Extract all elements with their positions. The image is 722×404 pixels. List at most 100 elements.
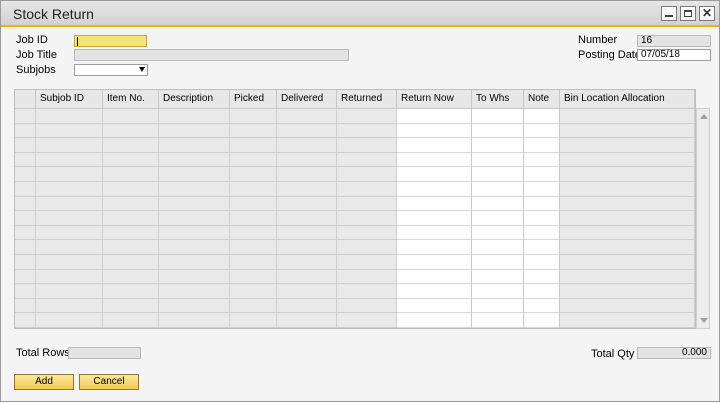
grid-cell[interactable] — [230, 152, 277, 168]
grid-cell[interactable] — [397, 313, 472, 328]
grid-cell[interactable] — [277, 284, 337, 299]
row-selector[interactable] — [15, 255, 36, 270]
grid-cell[interactable] — [103, 123, 159, 139]
grid-cell[interactable] — [159, 255, 230, 270]
grid-cell[interactable] — [524, 196, 560, 212]
row-selector[interactable] — [15, 138, 36, 153]
grid-cell[interactable] — [159, 225, 230, 241]
row-selector[interactable] — [15, 225, 36, 241]
row-selector[interactable] — [15, 152, 36, 168]
grid-cell[interactable] — [560, 298, 695, 314]
grid-cell[interactable] — [337, 109, 397, 124]
row-selector[interactable] — [15, 211, 36, 226]
grid-cell[interactable] — [159, 211, 230, 226]
grid-cell[interactable] — [397, 138, 472, 153]
grid-cell[interactable] — [36, 123, 103, 139]
grid-cell[interactable] — [159, 196, 230, 212]
grid-cell[interactable] — [277, 225, 337, 241]
grid-cell[interactable] — [397, 167, 472, 182]
grid-cell[interactable] — [103, 240, 159, 255]
grid-cell[interactable] — [472, 196, 524, 212]
grid-cell[interactable] — [103, 225, 159, 241]
scroll-up-icon[interactable] — [700, 114, 708, 119]
number-field[interactable]: 16 — [637, 35, 711, 47]
grid-cell[interactable] — [337, 196, 397, 212]
grid-cell[interactable] — [337, 255, 397, 270]
grid-cell[interactable] — [337, 284, 397, 299]
column-header[interactable]: Delivered — [277, 90, 337, 109]
grid-cell[interactable] — [230, 211, 277, 226]
grid-cell[interactable] — [472, 255, 524, 270]
grid-cell[interactable] — [397, 182, 472, 197]
grid-cell[interactable] — [472, 240, 524, 255]
grid-cell[interactable] — [560, 269, 695, 285]
grid-cell[interactable] — [524, 269, 560, 285]
grid-cell[interactable] — [36, 313, 103, 328]
grid-cell[interactable] — [472, 152, 524, 168]
grid-cell[interactable] — [230, 123, 277, 139]
grid-cell[interactable] — [277, 123, 337, 139]
grid-cell[interactable] — [230, 196, 277, 212]
items-matrix[interactable]: Subjob ID Item No. Description Picked Delive… — [14, 89, 696, 329]
grid-cell[interactable] — [103, 269, 159, 285]
total-rows-field[interactable] — [68, 347, 141, 359]
grid-cell[interactable] — [397, 152, 472, 168]
grid-cell[interactable] — [524, 225, 560, 241]
grid-cell[interactable] — [36, 225, 103, 241]
row-selector[interactable] — [15, 182, 36, 197]
grid-cell[interactable] — [103, 196, 159, 212]
grid-cell[interactable] — [397, 284, 472, 299]
grid-cell[interactable] — [397, 269, 472, 285]
grid-cell[interactable] — [159, 269, 230, 285]
grid-cell[interactable] — [159, 152, 230, 168]
grid-cell[interactable] — [524, 240, 560, 255]
grid-cell[interactable] — [397, 211, 472, 226]
vertical-scrollbar[interactable] — [696, 108, 710, 329]
grid-cell[interactable] — [337, 123, 397, 139]
title-bar[interactable]: Stock Return ✕ — [1, 1, 719, 27]
job-id-field[interactable] — [74, 35, 147, 47]
grid-cell[interactable] — [472, 284, 524, 299]
grid-cell[interactable] — [36, 138, 103, 153]
grid-cell[interactable] — [337, 167, 397, 182]
grid-cell[interactable] — [524, 152, 560, 168]
grid-cell[interactable] — [472, 298, 524, 314]
grid-cell[interactable] — [337, 240, 397, 255]
grid-cell[interactable] — [524, 138, 560, 153]
grid-cell[interactable] — [472, 269, 524, 285]
cancel-button[interactable]: Cancel — [79, 374, 139, 390]
grid-cell[interactable] — [36, 255, 103, 270]
grid-cell[interactable] — [337, 313, 397, 328]
grid-cell[interactable] — [277, 240, 337, 255]
grid-cell[interactable] — [159, 123, 230, 139]
grid-cell[interactable] — [560, 284, 695, 299]
grid-cell[interactable] — [103, 284, 159, 299]
column-header[interactable]: Description — [159, 90, 230, 109]
grid-cell[interactable] — [277, 109, 337, 124]
grid-cell[interactable] — [230, 313, 277, 328]
grid-cell[interactable] — [103, 255, 159, 270]
grid-cell[interactable] — [230, 269, 277, 285]
grid-cell[interactable] — [36, 211, 103, 226]
grid-cell[interactable] — [560, 240, 695, 255]
grid-cell[interactable] — [103, 109, 159, 124]
grid-cell[interactable] — [277, 255, 337, 270]
column-header[interactable]: Returned — [337, 90, 397, 109]
grid-cell[interactable] — [397, 196, 472, 212]
grid-cell[interactable] — [524, 167, 560, 182]
posting-date-field[interactable]: 07/05/18 — [637, 49, 711, 61]
grid-cell[interactable] — [337, 269, 397, 285]
grid-cell[interactable] — [36, 298, 103, 314]
grid-cell[interactable] — [230, 225, 277, 241]
row-selector[interactable] — [15, 240, 36, 255]
grid-cell[interactable] — [524, 123, 560, 139]
grid-cell[interactable] — [277, 196, 337, 212]
grid-cell[interactable] — [524, 211, 560, 226]
grid-cell[interactable] — [524, 255, 560, 270]
grid-cell[interactable] — [277, 211, 337, 226]
close-icon[interactable]: ✕ — [699, 6, 715, 21]
grid-cell[interactable] — [277, 167, 337, 182]
add-button[interactable]: Add — [14, 374, 74, 390]
grid-cell[interactable] — [472, 167, 524, 182]
grid-cell[interactable] — [277, 138, 337, 153]
